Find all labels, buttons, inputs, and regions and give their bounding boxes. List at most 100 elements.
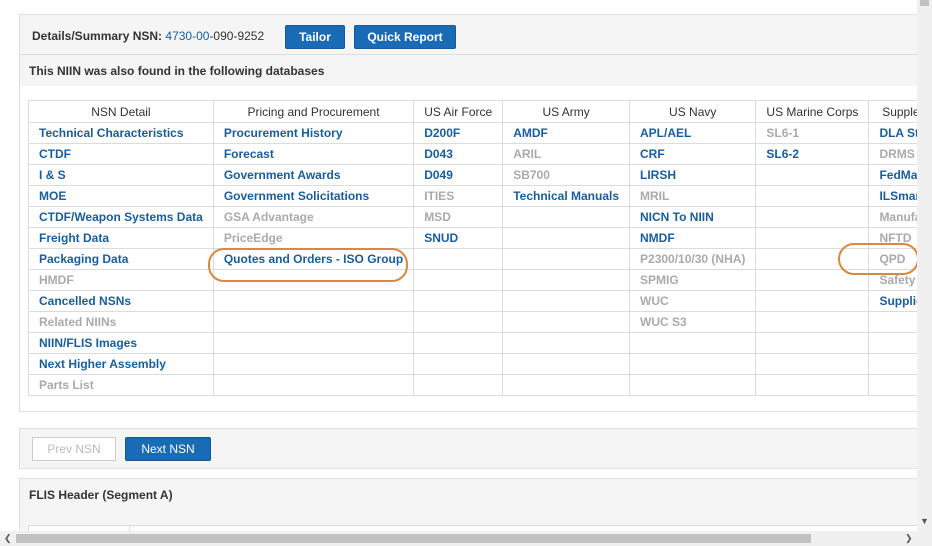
quick-report-button[interactable]: Quick Report	[354, 25, 456, 49]
table-row: Related NIINs WUC S3	[28, 311, 917, 333]
table-cell: GSA Advantage	[212, 206, 415, 228]
table-cell[interactable]: Cancelled NSNs	[28, 290, 214, 312]
table-cell	[755, 185, 870, 207]
details-panel: Details/Summary NSN: 4730-00-090-9252 Ta…	[19, 14, 917, 412]
table-cell: ARIL	[502, 143, 631, 165]
table-cell	[212, 332, 415, 354]
table-cell	[502, 290, 631, 312]
table-cell[interactable]: NICN To NIIN	[629, 206, 757, 228]
table-cell	[502, 332, 631, 354]
table-cell: SB700	[502, 164, 631, 186]
table-cell: Related NIINs	[28, 311, 214, 333]
table-cell[interactable]: AMDF	[502, 122, 631, 144]
table-row: HMDFSPMIGSafety Data	[28, 269, 917, 291]
table-cell	[502, 206, 631, 228]
table-cell[interactable]: Technical Characteristics	[28, 122, 214, 144]
table-cell	[212, 290, 415, 312]
table-cell[interactable]: Government Solicitations	[212, 185, 415, 207]
table-cell	[755, 332, 870, 354]
table-cell	[629, 353, 757, 375]
table-cell: WUC S3	[629, 311, 757, 333]
table-cell[interactable]: APL/AEL	[629, 122, 757, 144]
table-cell	[502, 227, 631, 249]
table-cell[interactable]: LIRSH	[629, 164, 757, 186]
table-cell	[502, 374, 631, 396]
table-cell	[502, 269, 631, 291]
table-cell[interactable]: Technical Manuals	[502, 185, 631, 207]
databases-table: NSN Detail Pricing and Procurement US Ai…	[28, 100, 917, 396]
table-cell: ITIES	[413, 185, 504, 207]
tailor-button[interactable]: Tailor	[285, 25, 345, 49]
table-cell[interactable]: NMDF	[629, 227, 757, 249]
prev-nsn-button[interactable]: Prev NSN	[32, 437, 116, 461]
table-cell	[868, 374, 917, 396]
table-cell[interactable]: Next Higher Assembly	[28, 353, 214, 375]
table-cell	[413, 332, 504, 354]
table-cell	[502, 248, 631, 270]
table-cell	[502, 311, 631, 333]
table-row: Freight Data PriceEdge SNUD NMDF NFTD	[28, 227, 917, 249]
table-cell: PriceEdge	[212, 227, 415, 249]
scroll-right-arrow-icon[interactable]: ❯	[905, 533, 913, 544]
table-cell[interactable]: CTDF	[28, 143, 214, 165]
table-cell[interactable]: CTDF/Weapon Systems Data	[28, 206, 214, 228]
table-cell[interactable]: SNUD	[413, 227, 504, 249]
table-cell	[868, 353, 917, 375]
databases-table-wrap: NSN Detail Pricing and Procurement US Ai…	[20, 86, 917, 411]
column-header: Supplement	[868, 100, 917, 123]
vertical-scroll-thumb[interactable]	[920, 0, 929, 6]
table-row: CTDF Forecast D043 ARIL CRF SL6-2 DRMS	[28, 143, 917, 165]
table-cell[interactable]: ILSmart	[868, 185, 917, 207]
table-cell[interactable]: Freight Data	[28, 227, 214, 249]
table-row: Next Higher Assembly	[28, 353, 917, 375]
databases-table-body: Technical Characteristics Procurement His…	[28, 122, 917, 396]
table-cell	[212, 353, 415, 375]
column-header: US Air Force	[413, 100, 504, 123]
table-cell: HMDF	[28, 269, 214, 291]
table-cell: WUC	[629, 290, 757, 312]
table-cell[interactable]: Forecast	[212, 143, 415, 165]
table-cell: Parts List	[28, 374, 214, 396]
table-cell	[629, 332, 757, 354]
table-cell[interactable]: FedMall	[868, 164, 917, 186]
table-cell[interactable]: Packaging Data	[28, 248, 214, 270]
table-cell[interactable]: NIIN/FLIS Images	[28, 332, 214, 354]
nsn-link[interactable]: 4730-00	[165, 29, 209, 43]
column-header: Pricing and Procurement	[212, 100, 415, 123]
next-nsn-button[interactable]: Next NSN	[125, 437, 211, 461]
scroll-down-arrow-icon[interactable]: ▼	[920, 516, 929, 526]
table-cell[interactable]: D043	[413, 143, 504, 165]
table-cell	[413, 290, 504, 312]
page-viewport: Details/Summary NSN: 4730-00-090-9252 Ta…	[0, 0, 917, 531]
table-cell[interactable]: D049	[413, 164, 504, 186]
table-cell: MSD	[413, 206, 504, 228]
horizontal-scrollbar[interactable]: ❮ ❯	[0, 531, 932, 546]
horizontal-scroll-thumb[interactable]	[16, 534, 811, 543]
table-cell	[868, 311, 917, 333]
table-cell	[502, 353, 631, 375]
column-header: NSN Detail	[28, 100, 214, 123]
table-cell	[413, 311, 504, 333]
vertical-scrollbar[interactable]: ▼	[917, 0, 932, 531]
table-cell	[755, 374, 870, 396]
table-cell[interactable]: Government Awards	[212, 164, 415, 186]
table-cell[interactable]: D200F	[413, 122, 504, 144]
table-row: Parts List	[28, 374, 917, 396]
flis-header-title: FLIS Header (Segment A)	[29, 488, 173, 502]
highlight-circle-qpd	[838, 243, 917, 275]
table-cell	[212, 374, 415, 396]
table-cell	[755, 206, 870, 228]
table-row: Packaging Data Quotes and Orders - ISO Gr…	[28, 248, 917, 270]
table-cell[interactable]: Supplier Inv	[868, 290, 917, 312]
table-cell[interactable]: I & S	[28, 164, 214, 186]
table-cell[interactable]: MOE	[28, 185, 214, 207]
table-cell[interactable]: Procurement History	[212, 122, 415, 144]
table-cell: SL6-1	[755, 122, 870, 144]
table-cell	[755, 353, 870, 375]
table-header-row: NSN Detail Pricing and Procurement US Ai…	[28, 100, 917, 123]
table-cell[interactable]: CRF	[629, 143, 757, 165]
scroll-left-arrow-icon[interactable]: ❮	[4, 533, 12, 544]
table-cell[interactable]: SL6-2	[755, 143, 870, 165]
nsn-rest: -090-9252	[209, 29, 265, 43]
table-cell[interactable]: DLA Stock	[868, 122, 917, 144]
